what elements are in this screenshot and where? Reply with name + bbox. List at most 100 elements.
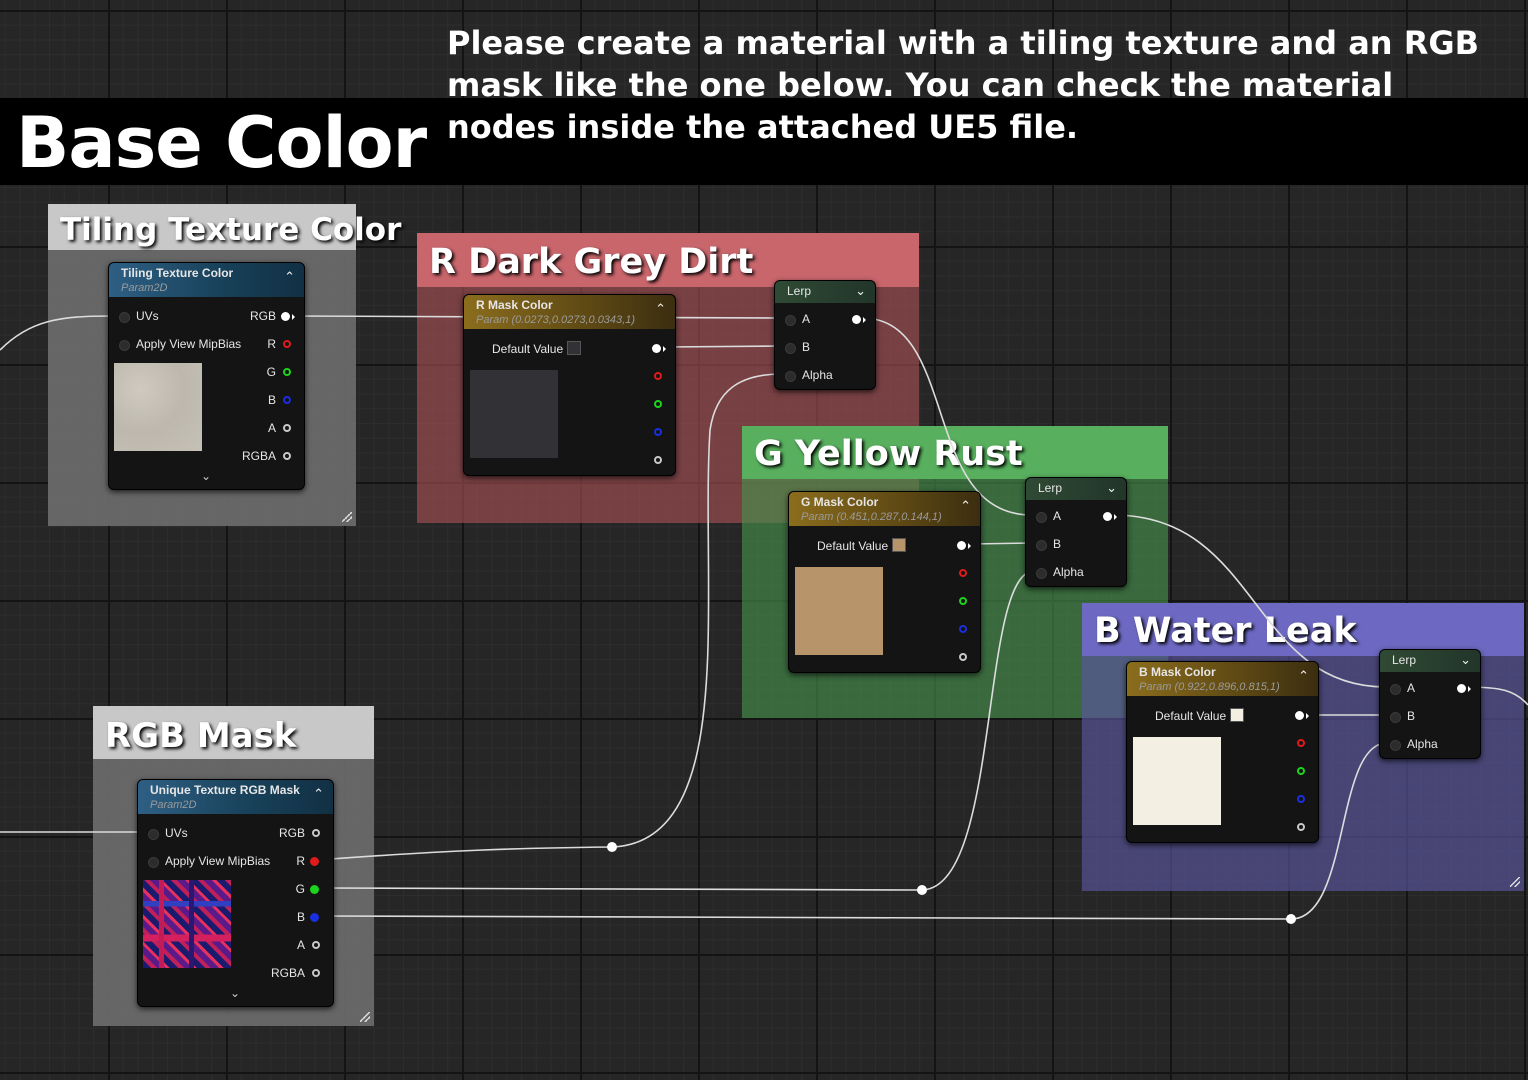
pin-label-a: A — [296, 938, 305, 952]
input-pin-mipbias[interactable] — [119, 340, 130, 351]
output-pin[interactable] — [1457, 684, 1466, 693]
mask-preview-thumbnail — [143, 880, 231, 968]
default-value-swatch[interactable] — [892, 538, 906, 552]
output-pin-a[interactable] — [283, 424, 291, 432]
default-value-label: Default Value — [492, 342, 564, 356]
pin-label-mipbias: Apply View MipBias — [165, 854, 271, 868]
wire-r-to-lerp1-b — [663, 345, 783, 348]
output-pin-a[interactable] — [312, 941, 320, 949]
pin-label-a: A — [267, 421, 276, 435]
output-pin-g[interactable] — [310, 885, 319, 894]
output-pin-rgb[interactable] — [281, 312, 290, 321]
output-pin-b[interactable] — [1297, 795, 1305, 803]
output-pin-rgb[interactable] — [1295, 711, 1304, 720]
output-pin-rgb[interactable] — [652, 344, 661, 353]
output-pin-rgba[interactable] — [312, 969, 320, 977]
color-preview — [795, 567, 883, 655]
node-title: Lerp — [1038, 481, 1063, 495]
output-pin-r[interactable] — [283, 340, 291, 348]
input-pin-a[interactable] — [785, 315, 796, 326]
pin-label-r: R — [267, 337, 276, 351]
input-pin-uvs[interactable] — [119, 312, 130, 323]
wire-uv-tiling — [0, 315, 113, 351]
input-pin-b[interactable] — [1390, 712, 1401, 723]
node-header[interactable]: R Mask Color Param (0.0273,0.0273,0.0343… — [464, 295, 675, 329]
output-pin-g[interactable] — [959, 597, 967, 605]
input-pin-alpha[interactable] — [785, 371, 796, 382]
output-pin-r[interactable] — [1297, 739, 1305, 747]
node-header[interactable]: B Mask Color Param (0.922,0.896,0.815,1)… — [1127, 662, 1318, 696]
wire-lerp1-to-lerp2-a — [861, 317, 1033, 516]
lerp-node-1[interactable]: Lerp ⌄ A B Alpha — [774, 280, 876, 390]
output-pin-g[interactable] — [1297, 767, 1305, 775]
output-pin-b[interactable] — [283, 396, 291, 404]
output-pin-g[interactable] — [283, 368, 291, 376]
b-mask-color-node[interactable]: B Mask Color Param (0.922,0.896,0.815,1)… — [1126, 661, 1319, 843]
output-pin-r[interactable] — [959, 569, 967, 577]
input-pin-uvs[interactable] — [148, 829, 159, 840]
output-pin-r[interactable] — [654, 372, 662, 380]
input-pin-a[interactable] — [1390, 684, 1401, 695]
pin-label-g: G — [266, 365, 276, 379]
default-value-swatch[interactable] — [1230, 708, 1244, 722]
node-subtitle: Param2D — [121, 282, 168, 294]
output-pin-rgb[interactable] — [957, 541, 966, 550]
node-header[interactable]: Unique Texture RGB Mask Param2D ⌃ — [138, 780, 333, 814]
reroute-node — [1286, 914, 1296, 924]
pin-arrow-icon — [1306, 713, 1309, 719]
expand-chevron-icon[interactable]: ⌄ — [230, 986, 240, 1000]
output-pin-b[interactable] — [654, 428, 662, 436]
output-pin-a[interactable] — [1297, 823, 1305, 831]
output-pin-r[interactable] — [310, 857, 319, 866]
output-pin-rgba[interactable] — [283, 452, 291, 460]
collapse-chevron-icon[interactable]: ⌄ — [1106, 480, 1117, 496]
input-pin-b[interactable] — [1036, 540, 1047, 551]
output-pin-rgb[interactable] — [312, 829, 320, 837]
collapse-chevron-icon[interactable]: ⌃ — [1298, 668, 1309, 684]
output-pin-a[interactable] — [654, 456, 662, 464]
node-title: Lerp — [1392, 653, 1417, 667]
collapse-chevron-icon[interactable]: ⌄ — [1460, 652, 1471, 668]
node-subtitle: Param (0.451,0.287,0.144,1) — [801, 511, 942, 523]
r-mask-color-node[interactable]: R Mask Color Param (0.0273,0.0273,0.0343… — [463, 294, 676, 476]
lerp-node-2[interactable]: Lerp ⌄ A B Alpha — [1025, 477, 1127, 587]
input-pin-mipbias[interactable] — [148, 857, 159, 868]
node-subtitle: Param2D — [150, 799, 197, 811]
pin-label-r: R — [296, 854, 305, 868]
pin-label-b: B — [802, 340, 811, 354]
pin-arrow-icon — [1468, 686, 1471, 692]
node-header[interactable]: Lerp ⌄ — [775, 281, 875, 303]
input-pin-alpha[interactable] — [1390, 740, 1401, 751]
pin-label-b: B — [1053, 537, 1062, 551]
node-title: Lerp — [787, 284, 812, 298]
node-header[interactable]: Lerp ⌄ — [1026, 478, 1126, 500]
collapse-chevron-icon[interactable]: ⌄ — [855, 283, 866, 299]
output-pin[interactable] — [852, 315, 861, 324]
lerp-node-3[interactable]: Lerp ⌄ A B Alpha — [1379, 649, 1481, 759]
expand-chevron-icon[interactable]: ⌄ — [201, 469, 211, 483]
g-mask-color-node[interactable]: G Mask Color Param (0.451,0.287,0.144,1)… — [788, 491, 981, 673]
collapse-chevron-icon[interactable]: ⌃ — [655, 301, 666, 317]
output-pin-g[interactable] — [654, 400, 662, 408]
pin-label-rgb: RGB — [278, 826, 305, 840]
node-title: G Mask Color — [801, 495, 879, 509]
collapse-chevron-icon[interactable]: ⌃ — [313, 786, 324, 802]
rgb-mask-node[interactable]: Unique Texture RGB Mask Param2D ⌃ UVs Ap… — [137, 779, 334, 1007]
collapse-chevron-icon[interactable]: ⌃ — [960, 498, 971, 514]
default-value-swatch[interactable] — [567, 341, 581, 355]
input-pin-alpha[interactable] — [1036, 568, 1047, 579]
input-pin-b[interactable] — [785, 343, 796, 354]
input-pin-a[interactable] — [1036, 512, 1047, 523]
tiling-texture-node[interactable]: Tiling Texture Color Param2D ⌃ UVs Apply… — [108, 262, 305, 490]
default-value-label: Default Value — [817, 539, 889, 553]
output-pin-a[interactable] — [959, 653, 967, 661]
node-header[interactable]: G Mask Color Param (0.451,0.287,0.144,1)… — [789, 492, 980, 526]
output-pin-b[interactable] — [959, 625, 967, 633]
node-header[interactable]: Lerp ⌄ — [1380, 650, 1480, 672]
output-pin-b[interactable] — [310, 913, 319, 922]
pin-label-alpha: Alpha — [1053, 565, 1084, 579]
node-title: Tiling Texture Color — [121, 266, 234, 280]
output-pin[interactable] — [1103, 512, 1112, 521]
collapse-chevron-icon[interactable]: ⌃ — [284, 269, 295, 285]
node-header[interactable]: Tiling Texture Color Param2D ⌃ — [109, 263, 304, 297]
